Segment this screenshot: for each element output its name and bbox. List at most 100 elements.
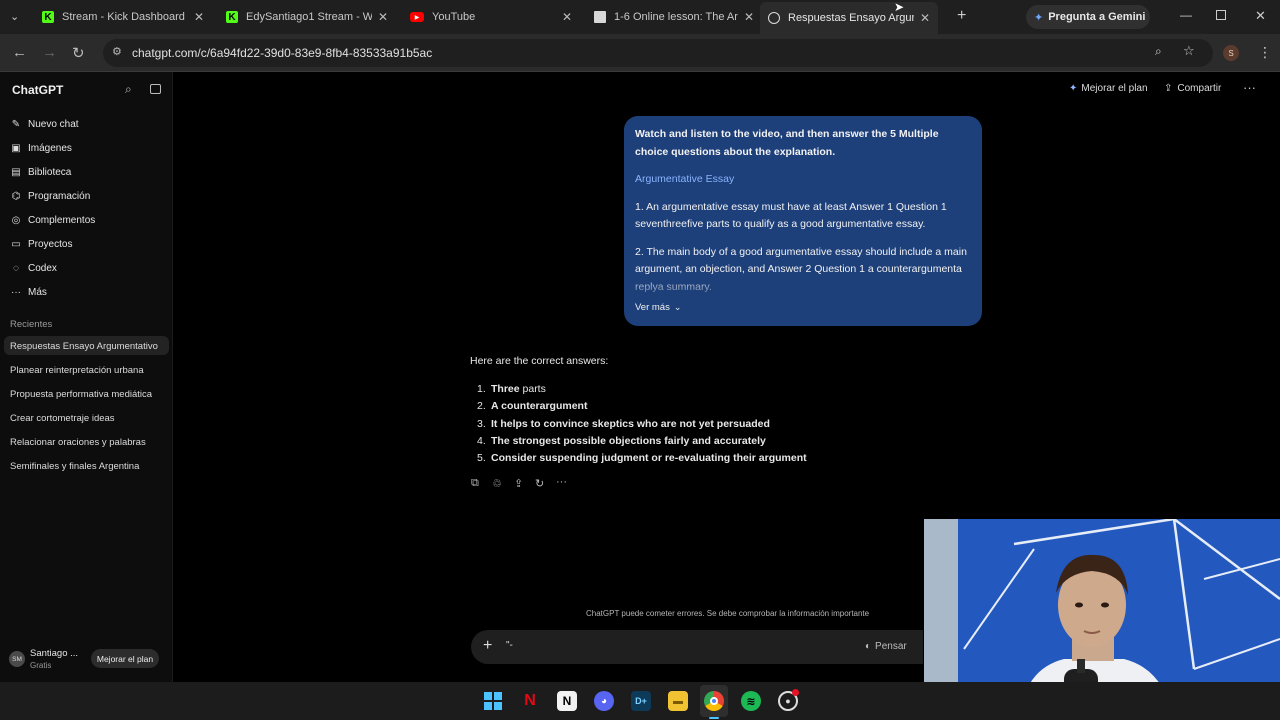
zoom-magnifier-icon[interactable]: ⌕ — [1155, 44, 1162, 59]
message-input[interactable]: "- — [506, 640, 513, 651]
tab-kick-dashboard[interactable]: K Stream - Kick Dashboard ✕ — [34, 4, 212, 30]
sidebar-item-programming[interactable]: ⌬ Programación — [10, 186, 91, 206]
lightbulb-icon: ◐ — [865, 641, 872, 652]
question-2: 2. The main body of a good argumentative… — [635, 245, 967, 293]
essay-link[interactable]: Argumentative Essay — [635, 171, 971, 189]
code-icon: ⌬ — [11, 190, 21, 202]
chrome-active-indicator — [709, 717, 719, 719]
file-explorer-icon[interactable]: ▬ — [668, 691, 688, 711]
profile-avatar[interactable]: S — [1223, 45, 1239, 61]
chrome-icon[interactable] — [704, 691, 724, 711]
close-window-icon[interactable]: ✕ — [1255, 8, 1266, 24]
codex-icon: ◌ — [13, 262, 19, 274]
feedback-thumbs-icon[interactable]: ♲ — [492, 477, 502, 490]
recent-chat-item[interactable]: Respuestas Ensayo Argumentativo — [10, 341, 158, 352]
windows-start-icon[interactable] — [483, 691, 503, 711]
sidebar-item-images[interactable]: ▣ Imágenes — [10, 138, 72, 158]
answer-item: 4. The strongest possible objections fair… — [477, 434, 766, 447]
reload-icon[interactable]: ↻ — [72, 44, 85, 62]
browser-toolbar: ← → ↻ ⚙ chatgpt.com/c/6a94fd22-39d0-83e9… — [0, 34, 1280, 72]
sidebar-upgrade-button[interactable]: Mejorar el plan — [91, 649, 159, 668]
answer-item: 3. It helps to convince skeptics who are … — [477, 417, 770, 430]
close-tab-icon[interactable]: ✕ — [562, 10, 572, 24]
chatgpt-logo-icon — [768, 12, 780, 24]
netflix-icon[interactable]: N — [520, 691, 540, 711]
kick-logo-icon: K — [226, 11, 238, 23]
question-1: 1. An argumentative essay must have at l… — [635, 200, 947, 231]
sidebar-item-more[interactable]: ··· Más — [10, 282, 47, 302]
folder-icon: ▭ — [11, 238, 21, 250]
chat-sidebar: ChatGPT ⌕ ✎ Nuevo chat ▣ Imágenes ▤ Bibliot… — [0, 72, 173, 682]
header-upgrade-button[interactable]: ✦ Mejorar el plan — [1069, 83, 1148, 94]
copy-icon[interactable]: ⧉ — [471, 477, 479, 490]
recent-chat-item[interactable]: Propuesta performativa mediática — [10, 389, 152, 400]
mouse-cursor-icon: ➤ — [894, 0, 905, 14]
answer-list: 1. Three parts 2. A counterargument 3. It h… — [470, 381, 870, 467]
user-name[interactable]: Santiago ... — [30, 648, 78, 659]
more-actions-icon[interactable]: ··· — [556, 476, 567, 488]
close-tab-icon[interactable]: ✕ — [194, 10, 204, 24]
browser-menu-icon[interactable]: ⋮ — [1258, 44, 1272, 61]
tab-online-lesson[interactable]: 1-6 Online lesson: The Argu ✕ — [586, 4, 762, 30]
sidebar-item-library[interactable]: ▤ Biblioteca — [10, 162, 71, 182]
disney-plus-icon[interactable]: D+ — [631, 691, 651, 711]
kick-logo-icon: K — [42, 11, 54, 23]
forward-arrow-icon[interactable]: → — [42, 44, 57, 61]
answer-item: 1. Three parts — [477, 383, 546, 395]
recent-chat-item[interactable]: Relacionar oraciones y palabras — [10, 437, 146, 448]
user-message-intro: Watch and listen to the video, and then … — [635, 128, 939, 158]
tab-search-chevron-icon[interactable]: ⌄ — [10, 10, 19, 23]
windows-taskbar: N N ◕ D+ ▬ ≋ ● — [0, 682, 1280, 720]
close-tab-icon[interactable]: ✕ — [378, 10, 388, 24]
user-message-bubble: Watch and listen to the video, and then … — [624, 116, 982, 326]
recent-chat-item[interactable]: Semifinales y finales Argentina — [10, 461, 139, 472]
add-attachment-plus-icon[interactable]: + — [483, 637, 492, 655]
library-icon: ▤ — [11, 166, 21, 178]
recent-chat-item[interactable]: Planear reinterpretación urbana — [10, 365, 144, 376]
recording-indicator — [792, 689, 799, 696]
tab-youtube[interactable]: ▶ YouTube ✕ — [402, 4, 580, 30]
discord-icon[interactable]: ◕ — [594, 691, 614, 711]
sidebar-item-codex[interactable]: ◌ Codex — [10, 258, 57, 278]
regenerate-icon[interactable]: ↻ — [535, 477, 544, 490]
document-icon — [594, 11, 606, 23]
tab-kick-stream[interactable]: K EdySantiago1 Stream - Watc ✕ — [218, 4, 396, 30]
share-response-icon[interactable]: ⇪ — [514, 477, 523, 490]
site-info-icon[interactable]: ⚙ — [112, 45, 122, 58]
toggle-sidebar-icon[interactable] — [150, 84, 161, 94]
back-arrow-icon[interactable]: ← — [12, 44, 27, 61]
share-button[interactable]: ⇪ Compartir — [1164, 83, 1221, 94]
spotify-icon[interactable]: ≋ — [741, 691, 761, 711]
search-chats-icon[interactable]: ⌕ — [125, 82, 132, 97]
restore-window-icon[interactable] — [1216, 10, 1226, 20]
answer-item: 2. A counterargument — [477, 400, 588, 413]
sparkle-icon: ✦ — [1069, 83, 1078, 94]
tab-chatgpt-active[interactable]: Respuestas Ensayo Argumen ✕ — [760, 2, 938, 34]
recent-chat-item[interactable]: Crear cortometraje ideas — [10, 413, 115, 424]
sidebar-item-plugins[interactable]: ◎ Complementos — [10, 210, 96, 230]
address-bar[interactable]: ⚙ chatgpt.com/c/6a94fd22-39d0-83e9-8fb4-… — [103, 39, 1213, 67]
browser-tab-strip: ⌄ K Stream - Kick Dashboard ✕ K EdySanti… — [0, 0, 1280, 34]
sidebar-item-projects[interactable]: ▭ Proyectos — [10, 234, 72, 254]
bookmark-star-icon[interactable]: ☆ — [1183, 43, 1195, 59]
new-tab-plus-icon[interactable]: + — [957, 7, 966, 25]
minimize-window-icon[interactable]: — — [1180, 8, 1192, 22]
conversation-options-icon[interactable]: ··· — [1243, 80, 1256, 95]
pencil-icon: ✎ — [11, 118, 21, 130]
user-avatar[interactable]: SM — [9, 651, 25, 667]
recent-header: Recientes — [10, 319, 53, 330]
gemini-sparkle-icon: ✦ — [1034, 11, 1044, 24]
answer-item: 5. Consider suspending judgment or re-eva… — [477, 452, 807, 465]
gemini-button[interactable]: ✦ Pregunta a Gemini — [1026, 5, 1150, 29]
close-tab-icon[interactable]: ✕ — [744, 10, 754, 24]
think-button[interactable]: ◐ Pensar — [865, 641, 907, 652]
composer: + "- ◐ Pensar — [471, 630, 923, 664]
image-icon: ▣ — [11, 142, 21, 154]
sidebar-item-new-chat[interactable]: ✎ Nuevo chat — [10, 114, 79, 134]
plugin-icon: ◎ — [11, 214, 21, 226]
show-more-button[interactable]: Ver más ⌄ — [635, 299, 971, 317]
notion-icon[interactable]: N — [557, 691, 577, 711]
close-tab-icon[interactable]: ✕ — [920, 11, 930, 25]
share-icon: ⇪ — [1164, 83, 1173, 94]
chatgpt-brand[interactable]: ChatGPT — [12, 83, 63, 97]
